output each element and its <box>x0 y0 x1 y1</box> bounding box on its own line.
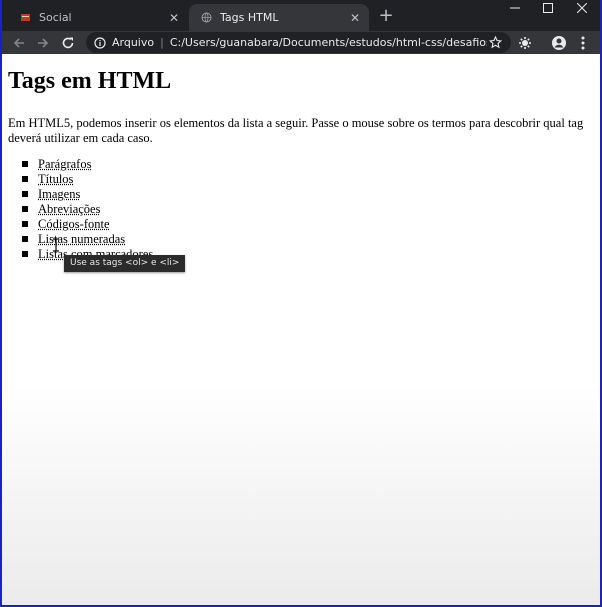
profile-avatar-icon[interactable] <box>550 34 568 52</box>
globe-icon <box>201 12 212 23</box>
browser-toolbar: Arquivo | C:/Users/guanabara/Documents/e… <box>2 31 600 54</box>
address-bar[interactable]: Arquivo | C:/Users/guanabara/Documents/e… <box>86 32 511 53</box>
browser-window: Social ✕ Tags HTML ✕ + Arquivo | C:/User… <box>2 0 600 605</box>
square-bullet-icon <box>22 221 28 227</box>
tab-strip: Social ✕ Tags HTML ✕ + <box>2 0 600 31</box>
term-paragrafos[interactable]: Parágrafos <box>38 157 91 171</box>
extension-gear-icon[interactable] <box>516 34 534 52</box>
social-favicon-icon <box>20 12 31 23</box>
square-bullet-icon <box>22 251 28 257</box>
term-titulos[interactable]: Títulos <box>38 172 73 186</box>
page-content: Tags em HTML Em HTML5, podemos inserir o… <box>2 54 600 605</box>
square-bullet-icon <box>22 191 28 197</box>
list-item: Imagens <box>16 187 153 202</box>
tab-label: Social <box>39 11 72 24</box>
address-separator: | <box>160 36 164 49</box>
square-bullet-icon <box>22 161 28 167</box>
reload-icon[interactable] <box>59 34 77 52</box>
intro-paragraph: Em HTML5, podemos inserir os elementos d… <box>8 116 584 145</box>
close-icon[interactable]: ✕ <box>347 10 363 26</box>
tag-list: Parágrafos Títulos Imagens Abreviações C… <box>16 157 153 262</box>
square-bullet-icon <box>22 206 28 212</box>
url-text[interactable]: C:/Users/guanabara/Documents/estudos/htm… <box>170 36 487 49</box>
list-item: Abreviações <box>16 202 153 217</box>
list-item: Títulos <box>16 172 153 187</box>
term-codigos-fonte[interactable]: Códigos-fonte <box>38 217 110 231</box>
site-security-label: Arquivo <box>112 36 155 49</box>
list-item: Parágrafos <box>16 157 153 172</box>
list-item: Códigos-fonte <box>16 217 153 232</box>
close-window-icon[interactable] <box>567 0 597 16</box>
list-item: Listas numeradas <box>16 232 153 247</box>
tab-social[interactable]: Social ✕ <box>8 4 188 31</box>
tooltip: Use as tags <ol> e <li> <box>64 255 186 272</box>
bookmark-star-icon[interactable] <box>487 36 503 49</box>
close-icon[interactable]: ✕ <box>166 10 182 26</box>
term-abreviacoes[interactable]: Abreviações <box>38 202 100 216</box>
info-icon[interactable] <box>94 36 106 49</box>
maximize-icon[interactable] <box>533 0 563 16</box>
term-imagens[interactable]: Imagens <box>38 187 80 201</box>
text-cursor-icon <box>52 238 60 252</box>
tab-label: Tags HTML <box>220 11 279 24</box>
minimize-icon[interactable] <box>500 0 530 16</box>
new-tab-icon[interactable]: + <box>376 6 396 26</box>
menu-kebab-icon[interactable] <box>574 34 592 52</box>
forward-icon[interactable] <box>34 34 52 52</box>
square-bullet-icon <box>22 176 28 182</box>
back-icon[interactable] <box>10 34 28 52</box>
page-title: Tags em HTML <box>8 68 172 94</box>
square-bullet-icon <box>22 236 28 242</box>
tab-tags-html[interactable]: Tags HTML ✕ <box>189 4 369 31</box>
